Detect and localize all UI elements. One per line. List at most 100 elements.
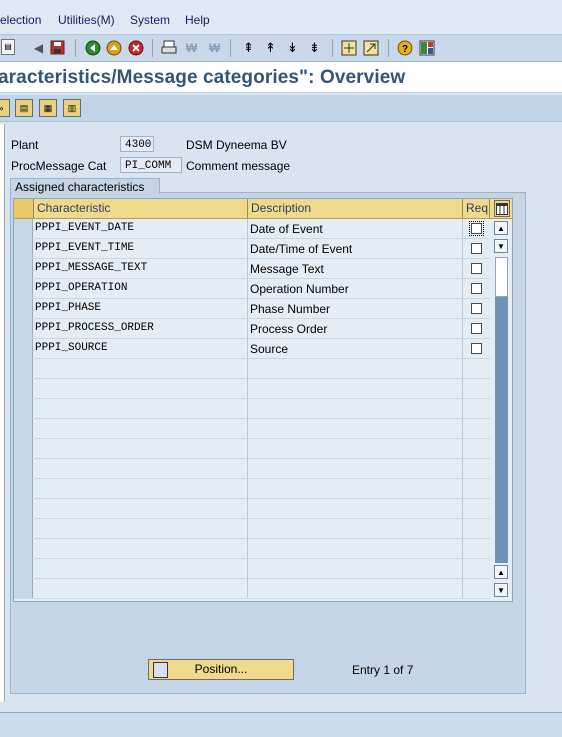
next-page-icon[interactable]: ↡ (284, 39, 301, 56)
scroll-thumb[interactable] (495, 257, 508, 297)
row-selector[interactable] (14, 399, 33, 418)
table-row[interactable] (14, 519, 490, 539)
column-header-req[interactable]: Req (463, 199, 490, 218)
table-settings-icon[interactable] (494, 200, 510, 217)
row-selector[interactable] (14, 279, 33, 298)
scroll-down-top-button[interactable]: ▼ (494, 239, 508, 253)
characteristic-cell[interactable] (34, 559, 248, 578)
table-row[interactable] (14, 419, 490, 439)
details-icon[interactable]: ▤ (15, 99, 33, 117)
characteristic-cell[interactable]: PPPI_MESSAGE_TEXT (34, 259, 248, 278)
characteristic-cell[interactable] (34, 539, 248, 558)
req-checkbox[interactable] (471, 343, 482, 354)
characteristic-cell[interactable] (34, 459, 248, 478)
row-selector[interactable] (14, 439, 33, 458)
back-nav-icon[interactable] (84, 39, 101, 56)
table-row[interactable]: PPPI_OPERATION Operation Number (14, 279, 490, 299)
row-selector[interactable] (14, 579, 33, 598)
row-selector[interactable] (14, 479, 33, 498)
row-selector[interactable] (14, 559, 33, 578)
row-selector[interactable] (14, 259, 33, 278)
characteristic-cell[interactable] (34, 479, 248, 498)
deselect-all-icon[interactable]: ▥ (63, 99, 81, 117)
row-selector[interactable] (14, 419, 33, 438)
table-row[interactable] (14, 479, 490, 499)
table-row[interactable] (14, 499, 490, 519)
first-page-icon[interactable]: ⇞ (240, 39, 257, 56)
req-checkbox[interactable] (471, 303, 482, 314)
req-checkbox[interactable] (471, 283, 482, 294)
find-icon[interactable]: ₩ (183, 39, 200, 56)
characteristic-cell[interactable] (34, 519, 248, 538)
table-row[interactable] (14, 379, 490, 399)
characteristic-cell[interactable] (34, 419, 248, 438)
row-selector[interactable] (14, 219, 33, 238)
table-row[interactable]: PPPI_PHASE Phase Number (14, 299, 490, 319)
back-icon[interactable]: ◀ (30, 39, 47, 56)
layout-icon[interactable] (418, 39, 435, 56)
req-checkbox[interactable] (471, 263, 482, 274)
characteristic-cell[interactable]: PPPI_SOURCE (34, 339, 248, 358)
shortcut-icon[interactable] (362, 39, 379, 56)
characteristic-cell[interactable]: PPPI_EVENT_DATE (34, 219, 248, 238)
menu-utilities[interactable]: Utilities(M) (58, 13, 115, 27)
table-row[interactable]: PPPI_SOURCE Source (14, 339, 490, 359)
menu-selection[interactable]: election (0, 13, 41, 27)
position-button[interactable]: Position... (148, 659, 294, 680)
table-row[interactable]: PPPI_MESSAGE_TEXT Message Text (14, 259, 490, 279)
create-session-icon[interactable] (340, 39, 357, 56)
table-row[interactable] (14, 459, 490, 479)
characteristic-cell[interactable]: PPPI_EVENT_TIME (34, 239, 248, 258)
characteristic-cell[interactable] (34, 499, 248, 518)
save-icon[interactable] (49, 39, 66, 56)
print-icon[interactable] (160, 39, 177, 56)
menu-system[interactable]: System (130, 13, 170, 27)
table-row[interactable]: PPPI_EVENT_TIME Date/Time of Event (14, 239, 490, 259)
table-row[interactable] (14, 579, 490, 599)
row-selector[interactable] (14, 339, 33, 358)
scroll-down-bottom-button[interactable]: ▼ (494, 583, 508, 597)
table-row[interactable]: PPPI_PROCESS_ORDER Process Order (14, 319, 490, 339)
find-next-icon[interactable]: ₩ (206, 39, 223, 56)
scroll-track[interactable] (495, 297, 508, 563)
characteristic-cell[interactable]: PPPI_PROCESS_ORDER (34, 319, 248, 338)
cancel-icon[interactable] (127, 39, 144, 56)
req-checkbox[interactable] (471, 243, 482, 254)
select-all-icon[interactable]: ▦ (39, 99, 57, 117)
other-object-icon[interactable]: » (0, 99, 10, 117)
characteristic-cell[interactable] (34, 359, 248, 378)
row-selector[interactable] (14, 519, 33, 538)
characteristic-cell[interactable] (34, 379, 248, 398)
column-header-description[interactable]: Description (248, 199, 463, 218)
prev-page-icon[interactable]: ↟ (262, 39, 279, 56)
row-selector[interactable] (14, 319, 33, 338)
scroll-up-top-button[interactable]: ▲ (494, 221, 508, 235)
table-row[interactable]: PPPI_EVENT_DATE Date of Event (14, 219, 490, 239)
help-icon[interactable]: ? (396, 39, 413, 56)
scroll-up-bottom-button[interactable]: ▲ (494, 565, 508, 579)
table-row[interactable] (14, 439, 490, 459)
table-row[interactable] (14, 399, 490, 419)
row-selector[interactable] (14, 359, 33, 378)
row-selector[interactable] (14, 239, 33, 258)
req-checkbox[interactable] (469, 221, 484, 236)
exit-icon[interactable] (105, 39, 122, 56)
last-page-icon[interactable]: ⇟ (306, 39, 323, 56)
enter-icon[interactable]: ▤ (1, 39, 15, 55)
characteristic-cell[interactable]: PPPI_PHASE (34, 299, 248, 318)
row-selector[interactable] (14, 539, 33, 558)
row-selector[interactable] (14, 499, 33, 518)
table-row[interactable] (14, 359, 490, 379)
req-checkbox[interactable] (471, 323, 482, 334)
table-row[interactable] (14, 559, 490, 579)
characteristic-cell[interactable] (34, 399, 248, 418)
characteristic-cell[interactable] (34, 439, 248, 458)
row-selector[interactable] (14, 459, 33, 478)
row-selector[interactable] (14, 379, 33, 398)
row-selector[interactable] (14, 299, 33, 318)
column-header-characteristic[interactable]: Characteristic (34, 199, 248, 218)
menu-help[interactable]: Help (185, 13, 210, 27)
characteristic-cell[interactable]: PPPI_OPERATION (34, 279, 248, 298)
select-all-column-header[interactable] (14, 199, 34, 218)
table-row[interactable] (14, 539, 490, 559)
